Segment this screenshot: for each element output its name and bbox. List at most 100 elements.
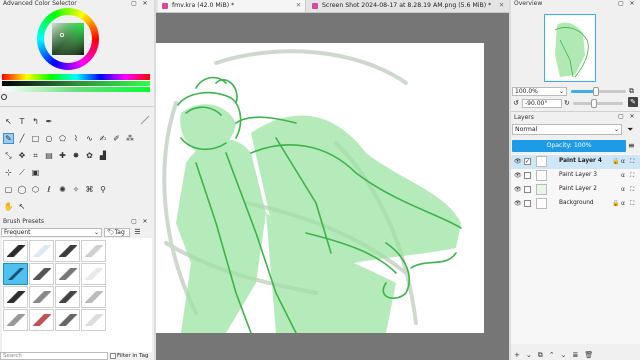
texture-brush-preset-icon[interactable] [3, 309, 28, 331]
brush-presets-float-button[interactable]: ▢ [130, 218, 138, 225]
overview-close-button[interactable]: ✕ [628, 0, 636, 7]
edit-shapes-tool-icon[interactable]: ↰ [30, 116, 41, 127]
calligraphy-tool-icon[interactable]: ✒ [44, 116, 55, 127]
duplicate-layer-icon[interactable]: ⧉ [538, 350, 543, 360]
rectangle-tool-icon[interactable]: □ [30, 133, 41, 144]
value-slider[interactable] [2, 81, 150, 86]
brush-filter-select[interactable]: Frequent ⌄ [1, 228, 102, 237]
eye-icon[interactable]: 👁 [514, 158, 522, 165]
gradient-tool-icon[interactable]: ▤ [44, 150, 55, 161]
layer-checkbox[interactable] [524, 186, 531, 193]
chevron-down-icon[interactable]: ⌄ [526, 350, 532, 360]
alpha-lock-icon[interactable]: α [621, 200, 625, 207]
move-tool-icon[interactable]: ✥ [17, 150, 28, 161]
layers-close-button[interactable]: ✕ [628, 113, 636, 120]
color-picker-tool-icon[interactable]: ✚ [57, 150, 68, 161]
layers-float-button[interactable]: ▢ [617, 113, 625, 120]
add-layer-icon[interactable]: + [514, 350, 520, 360]
rotation-slider-handle[interactable] [591, 99, 597, 108]
dry-brush-preset-icon[interactable] [55, 263, 80, 285]
rotation-field[interactable]: -90.00° [522, 99, 562, 108]
polygon-tool-icon[interactable]: ⬠ [57, 133, 68, 144]
bezier-select-tool-icon[interactable]: ⌘ [84, 184, 95, 195]
freehand-brush-tool-icon[interactable]: ✎ [3, 133, 14, 144]
canvas-document[interactable] [156, 43, 484, 333]
layer-checkbox[interactable]: ✓ [524, 158, 531, 165]
layer-row-paint-layer-3[interactable]: 👁 Paint Layer 3 α ⛶ [511, 169, 640, 183]
eraser-preset-icon[interactable] [81, 263, 106, 285]
tag-button[interactable]: 🏷Tag [104, 228, 130, 237]
close-dock-button[interactable]: ✕ [141, 0, 149, 7]
rotate-left-icon[interactable]: ↺ [513, 99, 519, 108]
layer-row-paint-layer-4[interactable]: 👁 ✓ Paint Layer 4 🔒 α ⛶ [511, 155, 640, 169]
freehand-select-tool-icon[interactable]: ℓ [44, 184, 55, 195]
layer-checkbox[interactable] [524, 200, 531, 207]
detail-brush-preset-icon[interactable] [55, 286, 80, 308]
opacity-slider[interactable]: Opacity: 100% [512, 140, 626, 152]
color-wheel[interactable] [37, 8, 99, 70]
tab-screenshot-close-icon[interactable]: ✕ [499, 0, 504, 12]
zoom-slider-handle[interactable] [593, 87, 599, 96]
fill-tool-icon[interactable]: ▟ [98, 150, 109, 161]
contiguous-select-tool-icon[interactable]: ✺ [57, 184, 68, 195]
brush-view-options-button[interactable]: ☰ [133, 228, 142, 237]
delete-layer-icon[interactable]: 🗑 [584, 350, 593, 360]
layer-checkbox[interactable] [524, 172, 531, 179]
hue-slider[interactable] [2, 74, 150, 80]
overview-preview[interactable] [544, 14, 596, 82]
marker-preset-icon[interactable] [29, 263, 54, 285]
line-tool-icon[interactable]: ╱ [17, 133, 28, 144]
alpha-lock-icon[interactable]: α [621, 158, 625, 165]
color-picker-icon[interactable] [1, 94, 7, 100]
dynamic-brush-tool-icon[interactable]: ✐ [111, 133, 122, 144]
wet-paint-preset-icon[interactable] [81, 286, 106, 308]
basic-pen-preset-icon[interactable] [3, 240, 28, 262]
zoom-field[interactable]: 100.0% ⌄ [512, 87, 567, 96]
lock-icon[interactable]: 🔒 [612, 200, 619, 207]
ellipse-tool-icon[interactable]: ○ [44, 133, 55, 144]
layer-options-icon[interactable]: ≡ [628, 140, 635, 152]
eye-icon[interactable]: 👁 [514, 172, 522, 179]
sponge-preset-icon[interactable] [55, 309, 80, 331]
measure-tool-icon[interactable]: ⟋ [17, 167, 28, 178]
alpha-lock-icon[interactable]: α [621, 172, 625, 179]
assistant-tool-icon[interactable]: ⊹ [3, 167, 14, 178]
text-tool-icon[interactable]: T [17, 116, 28, 127]
stamp-preset-icon[interactable] [29, 309, 54, 331]
filter-icon[interactable]: ⏷ [627, 124, 633, 135]
blender-preset-icon[interactable] [3, 263, 28, 285]
ellipse-select-tool-icon[interactable]: ◯ [17, 184, 28, 195]
tab-screenshot[interactable]: Screen Shot 2024-08-17 at 8.28.19 AM.png… [308, 0, 508, 12]
ink-pen-preset-icon[interactable] [55, 240, 80, 262]
alpha-lock-icon[interactable]: α [621, 186, 625, 193]
zoom-tool-icon[interactable]: ✋ [3, 201, 14, 212]
crop-tool-icon[interactable]: ⌗ [30, 150, 41, 161]
canvas-area[interactable] [156, 13, 510, 360]
pan-tool-icon[interactable]: ↖ [17, 201, 28, 212]
transform-tool-icon[interactable]: ⤡ [3, 150, 14, 161]
smart-patch-tool-icon[interactable]: ✿ [84, 150, 95, 161]
colorize-mask-tool-icon[interactable]: ✸ [71, 150, 82, 161]
inherit-alpha-icon[interactable]: ⛶ [630, 200, 634, 208]
pin-icon[interactable]: ✎ [628, 97, 638, 107]
saturation-slider[interactable] [2, 87, 150, 92]
move-up-icon[interactable]: ⌃ [549, 350, 555, 360]
smudge-preset-icon[interactable] [29, 286, 54, 308]
layer-row-background[interactable]: 👁 Background 🔒 α ⛶ [511, 197, 640, 211]
brush-search-input[interactable]: Search [0, 352, 108, 360]
polyline-tool-icon[interactable]: ⌇ [71, 133, 82, 144]
chalk-preset-icon[interactable] [81, 309, 106, 331]
blend-mode-select[interactable]: Normal ⌄ [512, 124, 622, 135]
select-shapes-tool-icon[interactable]: ↖ [3, 116, 14, 127]
rotation-slider[interactable] [573, 99, 623, 108]
zoom-slider[interactable] [571, 87, 626, 96]
filter-in-tag-checkbox[interactable] [110, 353, 116, 359]
float-dock-button[interactable]: ▢ [130, 0, 138, 7]
rectangle-select-tool-icon[interactable]: ▢ [3, 184, 14, 195]
tab-fmv-close-icon[interactable]: ✕ [296, 0, 301, 12]
multibrush-tool-icon[interactable]: ⁂ [125, 133, 136, 144]
inherit-alpha-icon[interactable]: ⛶ [630, 158, 634, 166]
lock-icon[interactable]: 🔒 [612, 158, 619, 165]
tab-fmv[interactable]: fmv.kra (42.0 MiB) * ✕ [158, 0, 306, 12]
polygon-select-tool-icon[interactable]: ⬡ [30, 184, 41, 195]
